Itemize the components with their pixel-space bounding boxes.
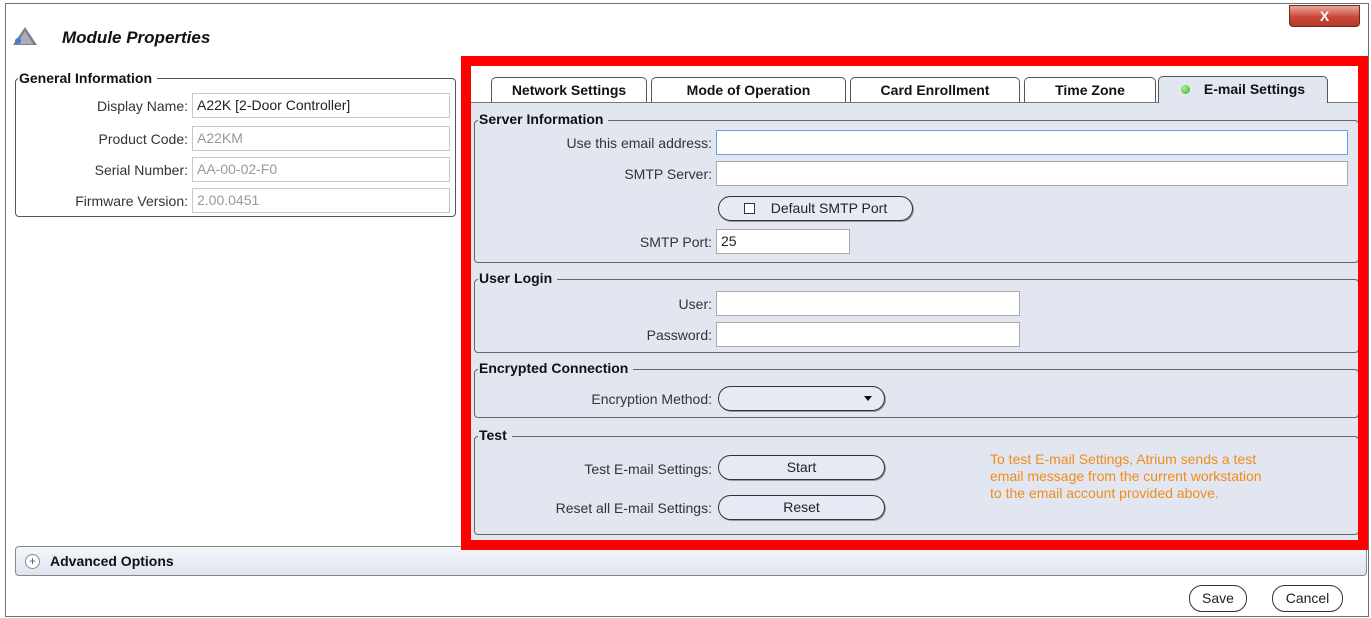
firmware-version-field: 2.00.0451: [192, 188, 450, 213]
display-name-label: Display Name:: [96, 98, 188, 114]
cancel-button[interactable]: Cancel: [1272, 585, 1343, 612]
serial-number-label: Serial Number:: [94, 162, 188, 178]
email-settings-panel: Server Information Use this email addres…: [470, 102, 1363, 548]
reset-button[interactable]: Reset: [718, 495, 885, 520]
module-app-icon: [13, 27, 37, 45]
email-address-input[interactable]: [716, 130, 1348, 155]
tab-mode-of-operation[interactable]: Mode of Operation: [651, 77, 846, 102]
smtp-port-input[interactable]: 25: [716, 229, 850, 254]
smtp-server-input[interactable]: [716, 161, 1348, 186]
expand-plus-icon[interactable]: +: [25, 554, 40, 569]
email-address-label: Use this email address:: [566, 135, 712, 151]
start-button[interactable]: Start: [718, 455, 885, 480]
advanced-options-bar[interactable]: + Advanced Options: [15, 546, 1367, 576]
tab-email-settings[interactable]: E-mail Settings: [1158, 76, 1328, 103]
reset-all-email-settings-label: Reset all E-mail Settings:: [555, 500, 712, 516]
chevron-down-icon: [864, 396, 872, 401]
tab-time-zone[interactable]: Time Zone: [1024, 77, 1156, 102]
tab-label: Card Enrollment: [880, 82, 990, 98]
tab-card-enrollment[interactable]: Card Enrollment: [850, 77, 1020, 102]
user-input[interactable]: [716, 291, 1020, 316]
product-code-field: A22KM: [192, 126, 450, 151]
firmware-version-label: Firmware Version:: [75, 193, 188, 209]
smtp-server-label: SMTP Server:: [624, 166, 712, 182]
password-input[interactable]: [716, 322, 1020, 347]
test-title: Test: [478, 427, 512, 443]
tab-label: Time Zone: [1055, 82, 1125, 98]
test-info-note: To test E-mail Settings, Atrium sends a …: [990, 451, 1262, 501]
window-title: Module Properties: [62, 28, 211, 47]
server-information-title: Server Information: [478, 111, 609, 127]
server-information-group: Server Information Use this email addres…: [474, 111, 1359, 263]
tab-network-settings[interactable]: Network Settings: [491, 77, 647, 102]
test-email-settings-label: Test E-mail Settings:: [584, 461, 712, 477]
tab-label: Network Settings: [511, 82, 627, 98]
default-smtp-port-toggle[interactable]: Default SMTP Port: [718, 196, 913, 221]
status-dot-icon: [1180, 85, 1190, 94]
tab-label: Mode of Operation: [686, 82, 811, 98]
product-code-label: Product Code:: [98, 131, 189, 147]
display-name-field[interactable]: A22K [2-Door Controller]: [192, 93, 450, 118]
save-button[interactable]: Save: [1189, 585, 1247, 612]
test-group: Test Test E-mail Settings: Start Reset a…: [474, 427, 1359, 535]
password-label: Password:: [646, 327, 712, 343]
tab-label: E-mail Settings: [1203, 81, 1306, 97]
serial-number-field: AA-00-02-F0: [192, 157, 450, 182]
checkbox-icon: [743, 203, 755, 214]
close-button[interactable]: X: [1289, 5, 1360, 27]
user-login-title: User Login: [478, 270, 558, 286]
advanced-options-label: Advanced Options: [50, 553, 174, 569]
user-login-group: User Login User: Password:: [474, 270, 1359, 353]
smtp-port-label: SMTP Port:: [639, 234, 712, 250]
encrypted-connection-group: Encrypted Connection Encryption Method:: [474, 360, 1359, 418]
user-label: User:: [678, 296, 712, 312]
encryption-method-label: Encryption Method:: [591, 391, 712, 407]
general-information-legend: General Information: [19, 70, 153, 86]
title-bar: Module Properties X: [6, 4, 1368, 48]
module-properties-window: Module Properties X General Information …: [5, 3, 1369, 617]
default-smtp-port-label: Default SMTP Port: [770, 200, 888, 216]
encrypted-connection-title: Encrypted Connection: [478, 360, 634, 376]
encryption-method-dropdown[interactable]: [718, 386, 885, 411]
